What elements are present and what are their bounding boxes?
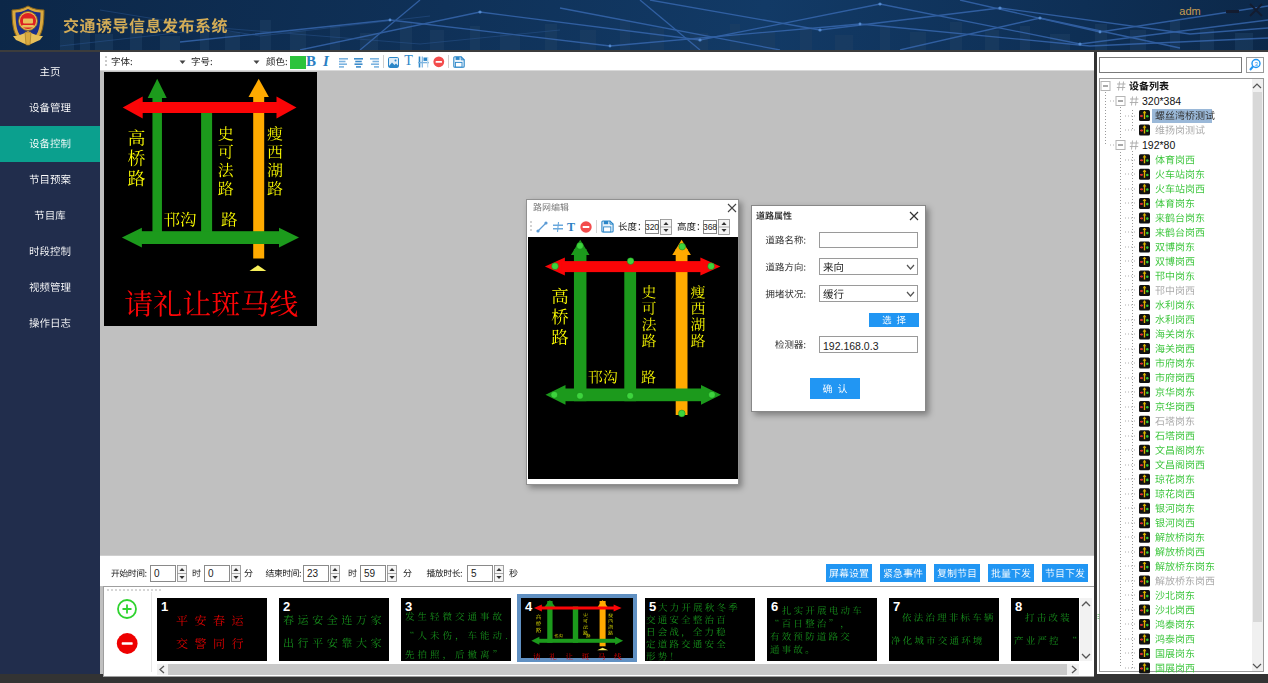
svg-text:3: 3 [1255, 61, 1259, 67]
